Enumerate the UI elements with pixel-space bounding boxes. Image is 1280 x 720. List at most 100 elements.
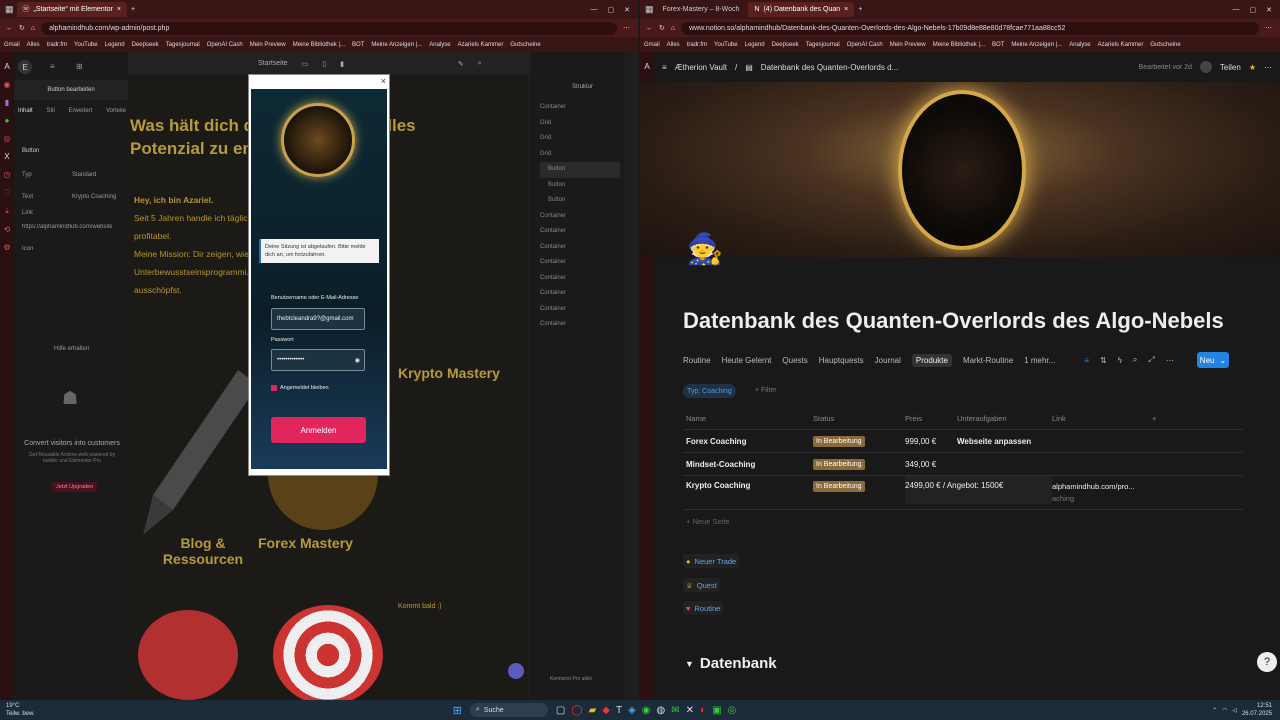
button-neuer-trade[interactable]: ● Neuer Trade: [683, 554, 740, 568]
column-link[interactable]: Link: [1052, 414, 1152, 423]
help-icon[interactable]: ?: [1257, 652, 1277, 672]
elementor-logo-icon[interactable]: E: [18, 60, 32, 74]
automation-icon[interactable]: ϟ: [1118, 356, 1122, 365]
bookmark-item[interactable]: Legend: [745, 42, 765, 48]
column-preis[interactable]: Preis: [905, 414, 957, 423]
history-icon[interactable]: ⟲: [4, 225, 11, 234]
star-icon[interactable]: ★: [1249, 63, 1256, 72]
page-title[interactable]: Datenbank des Quanten-Overlords des Algo…: [683, 308, 1224, 334]
upgrade-button[interactable]: Jetzt Upgraden: [52, 482, 98, 492]
section-datenbank[interactable]: ▼ Datenbank: [685, 655, 777, 672]
search-icon[interactable]: ⌕: [1133, 355, 1137, 365]
bookmark-item[interactable]: Alles: [27, 42, 40, 48]
view-tab-markt-routine[interactable]: Markt-Routine: [963, 356, 1013, 365]
x-icon[interactable]: X: [4, 152, 9, 161]
wifi-icon[interactable]: ◠: [1222, 707, 1227, 714]
table-row[interactable]: Forex Coaching In Bearbeitung 999,00 € W…: [683, 430, 1243, 453]
app-icon[interactable]: ◈: [628, 705, 636, 716]
input-text[interactable]: Krypto Coaching: [72, 194, 116, 200]
task-view-icon[interactable]: ▢: [556, 705, 565, 716]
bookmark-item[interactable]: Alles: [667, 42, 680, 48]
new-tab-button[interactable]: +: [858, 6, 862, 13]
whatsapp-icon[interactable]: ◎: [728, 705, 737, 716]
structure-item[interactable]: Container: [540, 255, 620, 271]
bookmark-item[interactable]: OpenAI Cash: [847, 42, 883, 48]
url-field[interactable]: alphamindhub.com/wp-admin/post.php: [41, 21, 617, 35]
share-button[interactable]: Teilen: [1220, 63, 1241, 72]
add-column-icon[interactable]: +: [1152, 414, 1156, 423]
structure-item[interactable]: Grid: [540, 116, 620, 132]
sort-icon[interactable]: ⇅: [1100, 356, 1107, 365]
add-filter-button[interactable]: + Filter: [755, 387, 777, 394]
structure-item[interactable]: Button: [540, 193, 620, 209]
browser-menu-icon[interactable]: ▦: [645, 5, 654, 14]
bookmark-item[interactable]: Azariels Kammer: [458, 42, 504, 48]
reload-icon[interactable]: ↻: [19, 24, 25, 32]
view-tab-quests[interactable]: Quests: [782, 356, 807, 365]
eye-icon[interactable]: ◉: [355, 357, 364, 364]
bookmark-item[interactable]: Gmail: [4, 42, 20, 48]
cell-preis[interactable]: 349,00 €: [905, 460, 957, 469]
filter-icon[interactable]: ≡: [1084, 356, 1089, 365]
bookmark-item[interactable]: Meine Bibliothek |...: [933, 42, 985, 48]
bookmark-item[interactable]: Legend: [105, 42, 125, 48]
bookmark-item[interactable]: BOT: [352, 42, 364, 48]
structure-item[interactable]: Container: [540, 240, 620, 256]
bookmark-item[interactable]: Meine Anzeigen |...: [1011, 42, 1062, 48]
extensions-icon[interactable]: ⋯: [623, 24, 638, 32]
view-tab-hauptquests[interactable]: Hauptquests: [819, 356, 864, 365]
weather-widget[interactable]: 19°C Teilw. bew.: [6, 702, 35, 718]
reload-icon[interactable]: ↻: [659, 24, 665, 32]
app-icon[interactable]: ✕: [686, 705, 694, 716]
ai-icon[interactable]: A: [4, 62, 9, 71]
sidebar-toggle-icon[interactable]: ≡: [662, 63, 667, 72]
modal-close-icon[interactable]: ×: [381, 76, 386, 86]
tab-close-icon[interactable]: ×: [117, 6, 121, 13]
new-tab-button[interactable]: +: [131, 6, 135, 13]
app-icon[interactable]: ◆: [602, 705, 610, 716]
structure-item[interactable]: Container: [540, 317, 620, 333]
remember-checkbox[interactable]: [271, 385, 277, 391]
structure-item[interactable]: Container: [540, 100, 620, 116]
chevron-down-icon[interactable]: ⌄: [1219, 356, 1226, 365]
view-tab-more[interactable]: 1 mehr...: [1024, 356, 1055, 365]
volume-icon[interactable]: ◁: [1232, 707, 1237, 714]
folder-icon[interactable]: ▰: [589, 705, 597, 716]
windows-start-icon[interactable]: ⊞: [453, 704, 462, 717]
bookmark-item[interactable]: Analyse: [429, 42, 450, 48]
back-icon[interactable]: ←: [646, 25, 653, 32]
instagram-icon[interactable]: ◎: [4, 134, 11, 143]
bookmark-item[interactable]: Mein Preview: [250, 42, 286, 48]
right-tab-forex[interactable]: Forex-Mastery – 8-Woch: [657, 2, 746, 17]
username-field[interactable]: thebtcleandra9?@gmail.com: [271, 308, 365, 330]
more-icon[interactable]: ⋯: [1264, 63, 1280, 72]
close-window-icon[interactable]: ✕: [624, 6, 630, 14]
messenger-icon[interactable]: ◉: [4, 80, 11, 89]
avatar[interactable]: [1199, 61, 1212, 73]
app-icon[interactable]: ▣: [712, 705, 721, 716]
cell-preis[interactable]: 999,00 €: [905, 437, 957, 446]
tablet-icon[interactable]: ▯: [322, 60, 326, 68]
table-row[interactable]: Krypto Coaching In Bearbeitung 2499,00 €…: [683, 476, 1243, 510]
structure-item[interactable]: Container: [540, 271, 620, 287]
url-field[interactable]: www.notion.so/alphamindhub/Datenbank-des…: [681, 21, 1259, 35]
new-row-button[interactable]: + Neue Seite: [683, 510, 1243, 532]
workspace-name[interactable]: Ætherion Vault: [675, 63, 727, 72]
status-badge[interactable]: In Bearbeitung: [813, 481, 865, 492]
bookmark-item[interactable]: Deepseek: [132, 42, 159, 48]
tab-erweitert[interactable]: Erweitert: [69, 108, 93, 114]
whatsapp-icon[interactable]: ●: [5, 116, 10, 125]
view-tab-produkte[interactable]: Produkte: [911, 353, 952, 367]
login-button[interactable]: Anmelden: [271, 417, 366, 443]
cell-link[interactable]: alphamindhub.com/pro... aching: [1052, 481, 1152, 505]
bookmark-item[interactable]: tradr.fm: [687, 42, 707, 48]
cell-name[interactable]: Forex Coaching: [683, 437, 813, 446]
column-unteraufgaben[interactable]: Unteraufgaben: [957, 414, 1052, 423]
ai-icon[interactable]: A: [644, 62, 649, 71]
tab-inhalt[interactable]: Inhalt: [18, 108, 33, 114]
desktop-icon[interactable]: ▭: [302, 60, 309, 68]
tray-chevron-icon[interactable]: ⌃: [1212, 707, 1217, 714]
bookmark-item[interactable]: Analyse: [1069, 42, 1090, 48]
cell-unteraufgaben[interactable]: Webseite anpassen: [957, 437, 1052, 446]
cell-name[interactable]: Krypto Coaching: [683, 481, 813, 490]
